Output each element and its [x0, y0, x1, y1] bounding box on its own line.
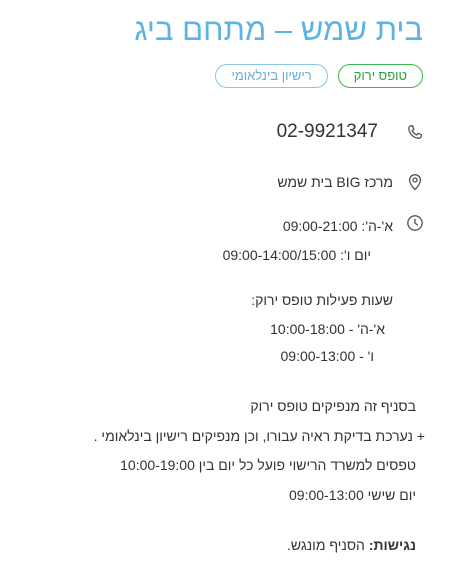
hours-weekdays: א'-ה': 09:00-21:00: [282, 218, 393, 234]
page-title: בית שמש – מתחם ביג: [134, 12, 423, 47]
note-line-3: טפסים למשרד הרישוי פועל כל יום בין 10:00…: [120, 457, 416, 473]
tag-international-license[interactable]: רישיון בינלאומי: [215, 64, 328, 88]
note-line-2: + נערכת בדיקת ראיה עבורו, וכן מנפיקים רי…: [93, 428, 425, 444]
accessibility-value: הסניף מונגש.: [286, 537, 365, 553]
hours-friday: יום ו': 09:00-14:00/15:00: [222, 247, 371, 263]
tag-green-form[interactable]: טופס ירוק: [337, 64, 423, 88]
phone-number-link[interactable]: 02-9921347: [277, 121, 378, 143]
service-tags: טופס ירוק רישיון בינלאומי: [215, 64, 423, 88]
note-line-4: יום שישי 09:00-13:00: [289, 487, 416, 503]
accessibility-info: נגישות: הסניף מונגש.: [287, 537, 416, 553]
location-pin-icon: [405, 172, 425, 192]
phone-icon: [405, 123, 425, 143]
address-text: מרכז BIG בית שמש: [277, 174, 393, 190]
clock-icon: [405, 213, 425, 233]
green-form-hours-heading: שעות פעילות טופס ירוק:: [251, 292, 393, 308]
accessibility-label: נגישות:: [368, 537, 416, 553]
green-form-hours-friday: ו' - 09:00-13:00: [280, 348, 375, 364]
note-line-1: בסניף זה מנפיקים טופס ירוק: [250, 398, 416, 414]
green-form-hours-weekdays: א'-ה' - 10:00-18:00: [270, 321, 385, 337]
